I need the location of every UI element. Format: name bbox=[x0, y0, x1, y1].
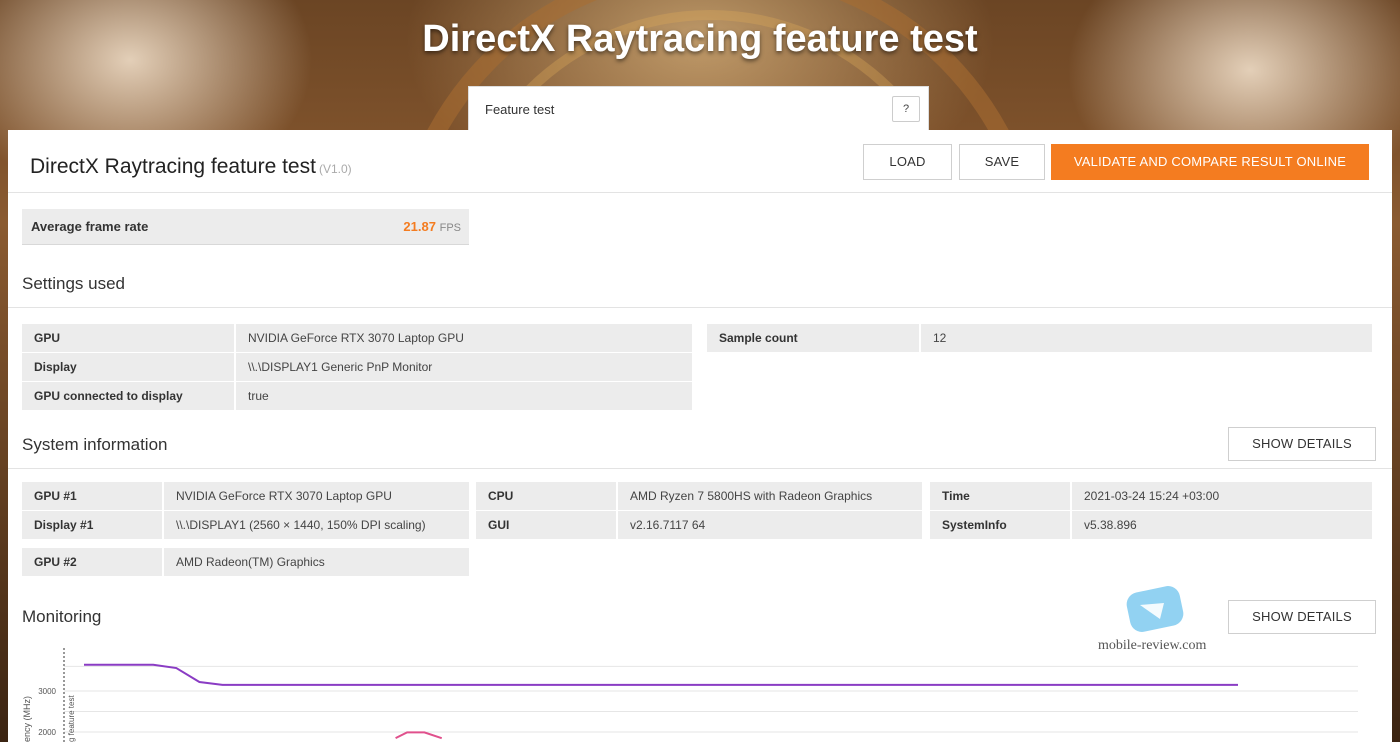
settings-value: \\.\DISPLAY1 Generic PnP Monitor bbox=[236, 353, 692, 381]
version-label: (V1.0) bbox=[318, 162, 352, 176]
average-frame-rate-box: Average frame rate 21.87 FPS bbox=[22, 209, 469, 245]
average-frame-rate-value: 21.87 FPS bbox=[403, 219, 461, 234]
system-value: 2021-03-24 15:24 +03:00 bbox=[1072, 482, 1372, 510]
page-title-text: DirectX Raytracing feature test bbox=[30, 155, 316, 178]
settings-value: 12 bbox=[921, 324, 1372, 352]
divider bbox=[8, 468, 1392, 469]
load-button[interactable]: LOAD bbox=[863, 144, 952, 180]
chart-y-tick-label: 3000 bbox=[38, 687, 56, 696]
system-row-gui: GUI v2.16.7117 64 bbox=[476, 511, 922, 539]
chart-series-line-1 bbox=[84, 663, 1238, 686]
hero-title: DirectX Raytracing feature test bbox=[422, 18, 978, 60]
fps-number: 21.87 bbox=[403, 219, 436, 234]
validate-compare-button[interactable]: VALIDATE AND COMPARE RESULT ONLINE bbox=[1051, 144, 1369, 180]
system-row-gpu1: GPU #1 NVIDIA GeForce RTX 3070 Laptop GP… bbox=[22, 482, 469, 510]
chart-y-axis-label: ency (MHz) bbox=[22, 696, 32, 742]
system-info-title: System information bbox=[22, 435, 168, 454]
settings-key: GPU connected to display bbox=[22, 382, 234, 410]
system-key: GPU #1 bbox=[22, 482, 162, 510]
system-value: v2.16.7117 64 bbox=[618, 511, 922, 539]
system-key: SystemInfo bbox=[930, 511, 1070, 539]
chart-y-tick-label: 2000 bbox=[38, 728, 56, 737]
monitoring-show-details-button[interactable]: SHOW DETAILS bbox=[1228, 600, 1376, 634]
settings-key: Sample count bbox=[707, 324, 919, 352]
system-value: AMD Ryzen 7 5800HS with Radeon Graphics bbox=[618, 482, 922, 510]
settings-row-gpu: GPU NVIDIA GeForce RTX 3070 Laptop GPU bbox=[22, 324, 692, 352]
settings-value: true bbox=[236, 382, 692, 410]
fps-unit: FPS bbox=[439, 222, 461, 234]
monitoring-title: Monitoring bbox=[22, 607, 102, 626]
settings-key: GPU bbox=[22, 324, 234, 352]
save-button[interactable]: SAVE bbox=[959, 144, 1045, 180]
system-value: NVIDIA GeForce RTX 3070 Laptop GPU bbox=[164, 482, 469, 510]
settings-title: Settings used bbox=[22, 274, 126, 293]
chart-series-line-2 bbox=[395, 731, 443, 740]
settings-row-sample-count: Sample count 12 bbox=[707, 324, 1372, 352]
system-row-gpu2: GPU #2 AMD Radeon(TM) Graphics bbox=[22, 548, 469, 576]
system-key: GPU #2 bbox=[22, 548, 162, 576]
system-key: CPU bbox=[476, 482, 616, 510]
chart-marker-label: g feature test bbox=[67, 695, 76, 742]
system-show-details-button[interactable]: SHOW DETAILS bbox=[1228, 427, 1376, 461]
system-value: AMD Radeon(TM) Graphics bbox=[164, 548, 469, 576]
help-button[interactable]: ? bbox=[892, 96, 920, 122]
system-key: GUI bbox=[476, 511, 616, 539]
result-panel: DirectX Raytracing feature test (V1.0) LO… bbox=[8, 130, 1392, 742]
system-key: Time bbox=[930, 482, 1070, 510]
divider bbox=[8, 307, 1392, 308]
settings-row-gpu-connected: GPU connected to display true bbox=[22, 382, 692, 410]
system-value: v5.38.896 bbox=[1072, 511, 1372, 539]
system-value: \\.\DISPLAY1 (2560 × 1440, 150% DPI scal… bbox=[164, 511, 469, 539]
settings-row-display: Display \\.\DISPLAY1 Generic PnP Monitor bbox=[22, 353, 692, 381]
divider bbox=[8, 192, 1392, 193]
system-row-cpu: CPU AMD Ryzen 7 5800HS with Radeon Graph… bbox=[476, 482, 922, 510]
system-row-time: Time 2021-03-24 15:24 +03:00 bbox=[930, 482, 1372, 510]
page-title: DirectX Raytracing feature test (V1.0) bbox=[30, 155, 352, 179]
feature-tab-label: Feature test bbox=[485, 102, 555, 117]
system-row-display1: Display #1 \\.\DISPLAY1 (2560 × 1440, 15… bbox=[22, 511, 469, 539]
settings-key: Display bbox=[22, 353, 234, 381]
feature-test-tab[interactable]: Feature test ? bbox=[468, 86, 929, 130]
monitoring-chart: 3000 2000 ency (MHz) g feature test bbox=[22, 648, 1358, 742]
settings-value: NVIDIA GeForce RTX 3070 Laptop GPU bbox=[236, 324, 692, 352]
average-frame-rate-label: Average frame rate bbox=[31, 219, 149, 234]
system-row-systeminfo: SystemInfo v5.38.896 bbox=[930, 511, 1372, 539]
system-key: Display #1 bbox=[22, 511, 162, 539]
